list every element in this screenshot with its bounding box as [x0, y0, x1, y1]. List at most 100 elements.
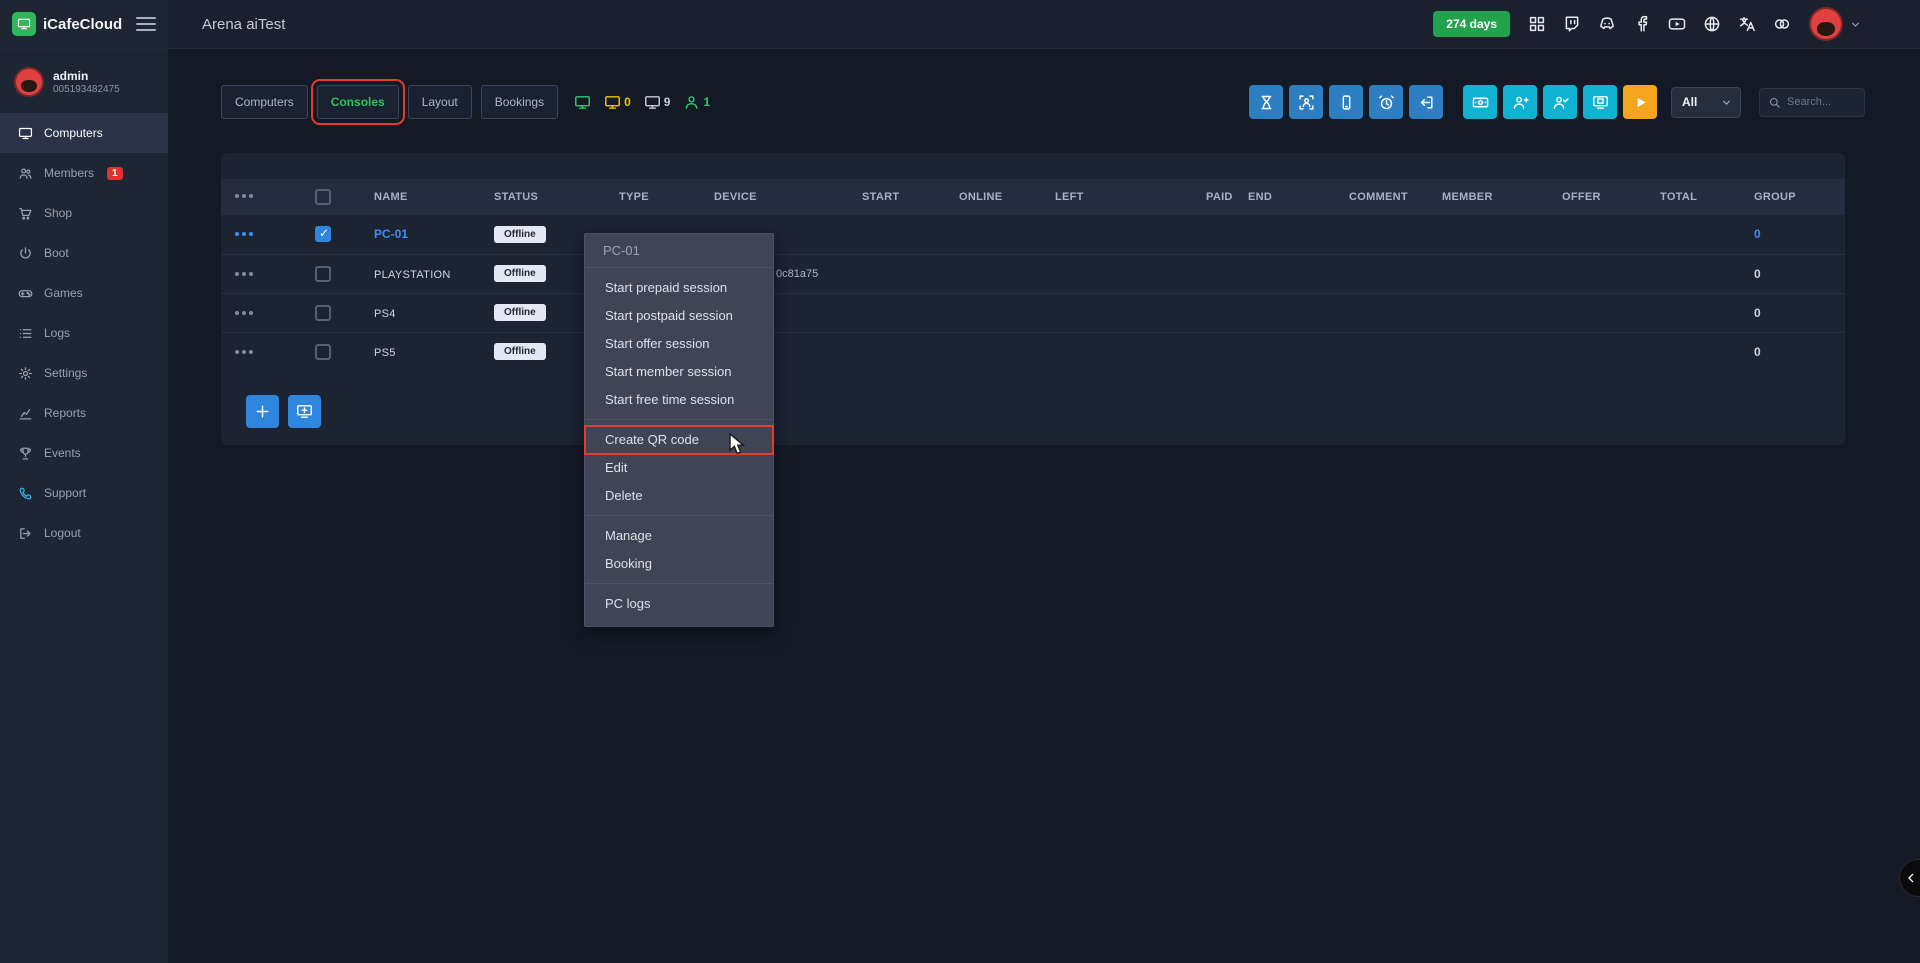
sidebar-item-support[interactable]: Support — [0, 473, 168, 513]
start-session-button[interactable] — [1623, 85, 1657, 119]
sidebar-item-label: Reports — [44, 406, 86, 420]
assign-member-button[interactable] — [1543, 85, 1577, 119]
table-row[interactable]: PS5 Offline 0 — [221, 332, 1845, 371]
account-menu[interactable] — [1809, 7, 1862, 41]
cart-icon — [18, 206, 33, 221]
table-row[interactable]: PLAYSTATION Offline 0c81a75 0 — [221, 254, 1845, 293]
menu-item-start-free-time-session[interactable]: Start free time session — [585, 386, 773, 414]
row-actions-icon[interactable] — [235, 311, 239, 315]
menu-item-pc-logs[interactable]: PC logs — [585, 590, 773, 618]
menu-item-booking[interactable]: Booking — [585, 550, 773, 578]
menu-item-start-postpaid-session[interactable]: Start postpaid session — [585, 302, 773, 330]
menu-item-start-prepaid-session[interactable]: Start prepaid session — [585, 274, 773, 302]
sidebar-item-label: Events — [44, 446, 81, 460]
sidebar-item-logout[interactable]: Logout — [0, 513, 168, 553]
sidebar-user-block: admin 005193482475 — [0, 49, 168, 113]
row-actions-icon[interactable] — [235, 232, 239, 236]
sidebar-item-shop[interactable]: Shop — [0, 193, 168, 233]
sidebar-item-games[interactable]: Games — [0, 273, 168, 313]
stats-icon[interactable] — [1528, 15, 1546, 33]
console-name: PS4 — [374, 308, 396, 320]
remote-screen-button[interactable] — [1583, 85, 1617, 119]
twitch-icon[interactable] — [1563, 15, 1581, 33]
member-scan-button[interactable] — [1289, 85, 1323, 119]
hamburger-menu-icon[interactable] — [136, 17, 156, 31]
users-icon — [18, 166, 33, 181]
icafecloud-logo[interactable]: iCafeCloud — [12, 12, 122, 36]
menu-item-delete[interactable]: Delete — [585, 482, 773, 510]
topup-cash-button[interactable] — [1463, 85, 1497, 119]
header-actions-icon[interactable] — [235, 194, 239, 198]
table-row[interactable]: PC-01 Offline 0 — [221, 215, 1845, 254]
group-count[interactable]: 0 — [1754, 227, 1761, 241]
brand-name: iCafeCloud — [43, 16, 122, 33]
status-badge: Offline — [494, 304, 546, 321]
sidebar-item-label: Games — [44, 286, 83, 300]
menu-item-manage[interactable]: Manage — [585, 522, 773, 550]
row-actions-icon[interactable] — [235, 350, 239, 354]
website-globe-icon[interactable] — [1703, 15, 1721, 33]
search-input[interactable] — [1787, 96, 1856, 108]
select-all-checkbox[interactable] — [315, 189, 331, 205]
row-checkbox[interactable] — [315, 305, 331, 321]
row-checkbox[interactable] — [315, 344, 331, 360]
console-name-link[interactable]: PC-01 — [374, 227, 408, 241]
sidebar-item-logs[interactable]: Logs — [0, 313, 168, 353]
alarm-button[interactable] — [1369, 85, 1403, 119]
col-paid: PAID — [1192, 179, 1234, 215]
total-monitors-icon — [644, 94, 661, 111]
row-actions-icon[interactable] — [235, 272, 239, 276]
monitor-plus-icon — [296, 403, 313, 420]
row-checkbox[interactable] — [315, 266, 331, 282]
sidebar-item-settings[interactable]: Settings — [0, 353, 168, 393]
sidebar-item-members[interactable]: Members 1 — [0, 153, 168, 193]
deploy-console-button[interactable] — [288, 395, 321, 428]
members-online-count: 1 — [703, 95, 710, 109]
discord-icon[interactable] — [1598, 15, 1616, 33]
avatar[interactable] — [1809, 7, 1843, 41]
chat-toggle-button[interactable] — [1899, 859, 1920, 897]
members-count-badge: 1 — [107, 167, 123, 180]
group-count: 0 — [1754, 267, 1761, 281]
in-use-monitors-icon — [604, 94, 621, 111]
status-badge: Offline — [494, 265, 546, 282]
mobile-app-button[interactable] — [1329, 85, 1363, 119]
menu-item-edit[interactable]: Edit — [585, 454, 773, 482]
group-count: 0 — [1754, 306, 1761, 320]
top-bar: iCafeCloud Arena aiTest 274 days — [0, 0, 1920, 49]
context-menu: PC-01 Start prepaid session Start postpa… — [584, 233, 774, 627]
sidebar-item-computers[interactable]: Computers — [0, 113, 168, 153]
mobile-icon — [1338, 94, 1355, 111]
row-checkbox[interactable] — [315, 226, 331, 242]
facebook-icon[interactable] — [1633, 15, 1651, 33]
session-timer-button[interactable] — [1249, 85, 1283, 119]
add-member-button[interactable] — [1503, 85, 1537, 119]
tab-computers[interactable]: Computers — [221, 85, 308, 119]
sidebar-item-events[interactable]: Events — [0, 433, 168, 473]
col-online: ONLINE — [945, 179, 1041, 215]
power-icon — [18, 246, 33, 261]
add-console-button[interactable] — [246, 395, 279, 428]
menu-item-start-member-session[interactable]: Start member session — [585, 358, 773, 386]
menu-item-create-qr-code[interactable]: Create QR code — [585, 426, 773, 454]
sidebar-item-reports[interactable]: Reports — [0, 393, 168, 433]
filter-select[interactable]: All — [1671, 87, 1741, 118]
table-row[interactable]: PS4 Offline 0 — [221, 293, 1845, 332]
license-days-badge[interactable]: 274 days — [1433, 11, 1510, 37]
icafecloud-app: iCafeCloud Arena aiTest 274 days — [0, 0, 1920, 963]
sidebar-item-label: Boot — [44, 246, 69, 260]
youtube-icon[interactable] — [1668, 15, 1686, 33]
user-avatar — [14, 67, 44, 97]
col-type: TYPE — [605, 179, 700, 215]
gamepad-icon — [18, 286, 33, 301]
tab-layout[interactable]: Layout — [408, 85, 472, 119]
social-links — [1528, 15, 1791, 33]
menu-item-start-offer-session[interactable]: Start offer session — [585, 330, 773, 358]
checkout-button[interactable] — [1409, 85, 1443, 119]
language-icon[interactable] — [1738, 15, 1756, 33]
sidebar-item-label: Logs — [44, 326, 70, 340]
sidebar-item-boot[interactable]: Boot — [0, 233, 168, 273]
tab-consoles[interactable]: Consoles — [317, 85, 399, 119]
partners-icon[interactable] — [1773, 15, 1791, 33]
tab-bookings[interactable]: Bookings — [481, 85, 558, 119]
